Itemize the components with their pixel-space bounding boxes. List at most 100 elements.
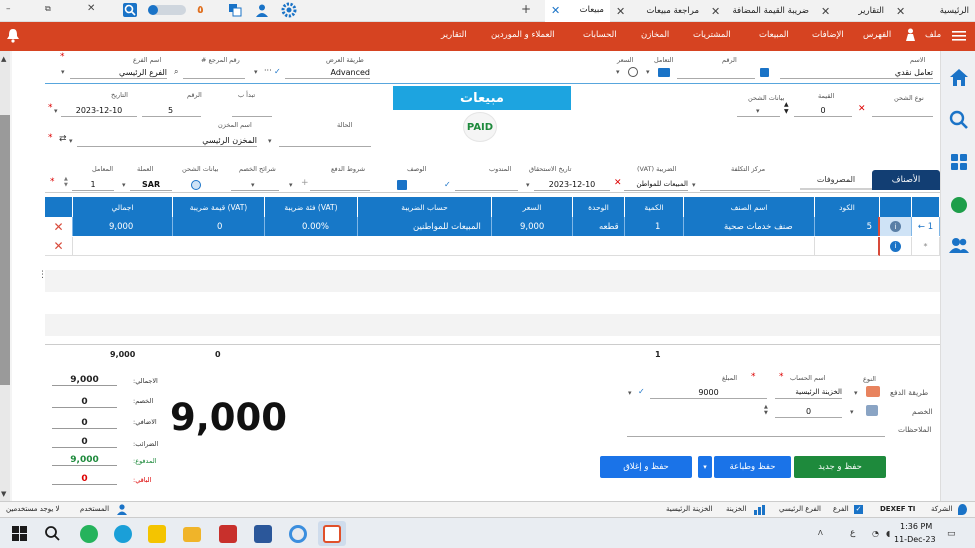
cell-tax-account[interactable]: المبيعات للمواطنين [358, 217, 492, 236]
notification-icon[interactable]: ٥ [197, 3, 204, 16]
number2-field[interactable]: 5 [142, 104, 201, 117]
rep-field[interactable] [455, 178, 518, 191]
new-row-cells[interactable] [73, 237, 815, 256]
cell-item-name[interactable]: صنف خدمات صحية [684, 217, 815, 236]
status-field[interactable] [279, 134, 371, 147]
tab-vat[interactable]: ضريبة القيمة المضافة ✕ [705, 0, 815, 22]
tab-home[interactable]: الرئيسية ✕ [890, 0, 975, 22]
chevron-down-icon[interactable]: ▾ [646, 68, 650, 76]
close-icon[interactable]: ✕ [711, 5, 720, 18]
clock-time[interactable]: 1:36 PM [900, 522, 932, 531]
payment-terms-field[interactable] [310, 178, 370, 191]
cell-price[interactable]: 9,000 [492, 217, 573, 236]
chevron-down-icon[interactable]: ▾ [69, 137, 73, 145]
chevron-down-icon[interactable]: ▾ [850, 408, 854, 416]
windows-start-icon[interactable] [12, 526, 27, 541]
discount-icon[interactable] [866, 405, 878, 416]
starts-with-field[interactable] [232, 104, 272, 117]
menu-addons[interactable]: الإضافات [812, 30, 844, 40]
close-icon[interactable]: ✕ [616, 5, 625, 18]
price-radio[interactable] [628, 67, 638, 77]
hamburger-icon[interactable] [952, 30, 966, 42]
tax-field[interactable]: المبيعات للمواطن [624, 178, 688, 191]
account-name-field[interactable]: الخزينة الرئيسية [775, 386, 842, 399]
chevron-up-icon[interactable]: ᐱ [818, 529, 823, 537]
chevron-down-icon[interactable]: ▾ [628, 389, 632, 397]
whatsapp-icon[interactable] [80, 525, 98, 543]
close-icon[interactable]: ✕ [551, 4, 560, 17]
save-options-dropdown[interactable]: ▾ [698, 456, 712, 478]
menu-purchases[interactable]: المشتريات [693, 30, 731, 40]
shipping-value-field[interactable]: 0 [794, 104, 852, 117]
tab-sales-review[interactable]: مراجعة مبيعات ✕ [610, 0, 705, 22]
dealing-icon[interactable] [658, 68, 670, 77]
delete-row-button[interactable]: ✕ [45, 217, 73, 236]
language-indicator[interactable]: ع [850, 528, 855, 538]
menu-reports[interactable]: التقارير [441, 30, 467, 40]
save-print-button[interactable]: حفظ وطباعة [714, 456, 791, 478]
chevron-down-icon[interactable]: ▾ [268, 137, 272, 145]
gear-icon[interactable] [281, 2, 297, 18]
chevron-down-icon[interactable]: ▾ [61, 68, 65, 76]
cell-qty[interactable]: 1 [625, 217, 684, 236]
speaker-icon[interactable]: ◖ [886, 529, 890, 538]
user-icon[interactable] [255, 3, 269, 17]
row-info-button[interactable]: i [880, 237, 912, 256]
description-icon[interactable] [397, 180, 407, 190]
save-new-button[interactable]: حفظ و جديد [794, 456, 886, 478]
bell-icon[interactable] [6, 28, 20, 43]
customer-card-icon[interactable] [760, 68, 769, 77]
tab-sales[interactable]: مبيعات ✕ [545, 0, 610, 22]
menu-customers[interactable]: العملاء و الموردين [491, 30, 555, 40]
word-icon[interactable] [254, 525, 272, 543]
app-icon[interactable] [219, 525, 237, 543]
wifi-icon[interactable]: ◔ [872, 529, 879, 538]
customer-name-field[interactable]: تعامل نقدي [780, 66, 933, 79]
chevron-down-icon[interactable]: ▾ [756, 107, 760, 115]
search-icon[interactable]: ⌕ [174, 67, 178, 77]
dexef-icon[interactable] [323, 525, 341, 543]
shipping-person-icon[interactable] [191, 180, 201, 190]
cell-vat-value[interactable]: 0 [173, 217, 265, 236]
scroll-down-icon[interactable]: ▼ [1, 490, 6, 498]
minimize-icon[interactable]: – [6, 4, 11, 14]
cell-vat-rate[interactable]: 0.00% [265, 217, 358, 236]
translate-icon[interactable] [228, 3, 242, 17]
cell-total[interactable]: 9,000 [73, 217, 173, 236]
stepper-icon[interactable]: ▲ ▼ [64, 176, 68, 188]
grid-splitter[interactable]: ⋮ [38, 270, 47, 280]
store-field[interactable]: المخزن الرئيسي [77, 134, 257, 147]
delete-row-button[interactable]: ✕ [45, 237, 73, 256]
add-icon[interactable]: + [301, 178, 309, 188]
currency-field[interactable]: SAR [130, 178, 172, 191]
cost-center-field[interactable] [700, 178, 770, 191]
close-window-icon[interactable]: ✕ [87, 3, 95, 14]
search-icon[interactable] [44, 525, 60, 541]
due-date-field[interactable]: 2023-12-10 [534, 178, 610, 191]
menu-file[interactable]: ملف [925, 30, 941, 40]
chevron-down-icon[interactable]: ▾ [122, 181, 126, 189]
chevron-down-icon[interactable]: ▾ [854, 389, 858, 397]
scroll-up-icon[interactable]: ▲ [1, 55, 6, 63]
edge-icon[interactable] [114, 525, 132, 543]
discount-field[interactable]: 0 [775, 405, 842, 418]
branch-field[interactable]: الفرع الرئيسي [70, 66, 167, 79]
close-icon[interactable]: ✕ [821, 5, 830, 18]
number-field[interactable] [677, 66, 755, 79]
reference-field[interactable] [183, 66, 245, 79]
swap-icon[interactable]: ⇄ [59, 134, 67, 144]
grid-icon[interactable] [951, 154, 967, 170]
notification-center-icon[interactable]: ▭ [947, 529, 956, 539]
chevron-down-icon[interactable]: ▾ [254, 68, 258, 76]
chevron-down-icon[interactable]: ▾ [616, 68, 620, 76]
search-icon[interactable] [123, 3, 137, 17]
tab-items[interactable]: الأصناف [872, 170, 940, 190]
cell-code[interactable]: 5 [815, 217, 880, 236]
chevron-down-icon[interactable]: ▾ [289, 181, 293, 189]
checkbox-checked[interactable]: ✓ [854, 505, 863, 514]
shipping-type-field[interactable] [872, 104, 933, 117]
sticky-notes-icon[interactable] [148, 525, 166, 543]
save-close-button[interactable]: حفظ و إغلاق [600, 456, 692, 478]
home-icon[interactable] [949, 68, 969, 87]
new-tab-button[interactable]: + [521, 2, 531, 16]
